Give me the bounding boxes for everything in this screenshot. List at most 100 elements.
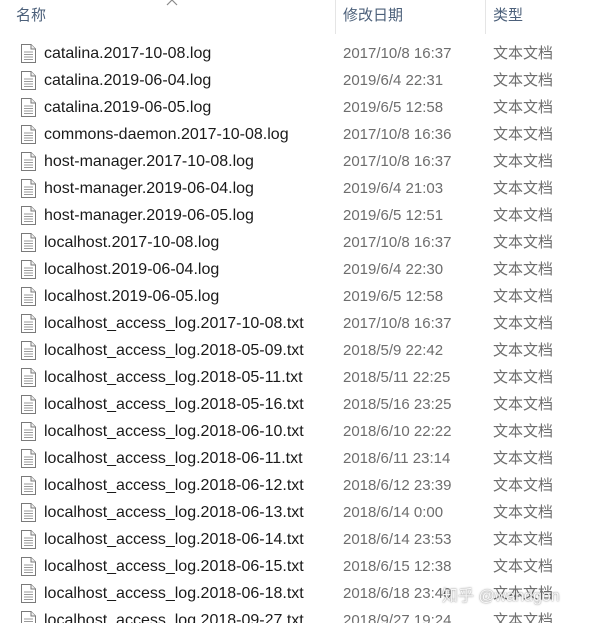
file-date-modified: 2019/6/4 21:03 [343,180,444,197]
file-date-modified: 2018/6/10 22:22 [343,423,452,440]
file-row[interactable]: localhost_access_log.2018-05-11.txt 2018… [0,364,592,391]
file-row[interactable]: localhost_access_log.2018-06-15.txt 2018… [0,553,592,580]
file-type: 文本文档 [493,153,554,170]
file-name: localhost_access_log.2017-10-08.txt [44,315,304,332]
file-row[interactable]: host-manager.2019-06-05.log 2019/6/5 12:… [0,202,592,229]
file-name: localhost_access_log.2018-09-27.txt [44,612,304,623]
file-date-modified: 2018/5/16 23:25 [343,396,452,413]
file-name: localhost.2019-06-04.log [44,261,220,278]
column-header-date-modified[interactable]: 修改日期 [343,0,483,34]
file-row[interactable]: localhost_access_log.2018-06-10.txt 2018… [0,418,592,445]
file-type: 文本文档 [493,45,554,62]
file-date-modified: 2017/10/8 16:37 [343,315,452,332]
text-document-icon [21,503,36,522]
file-row[interactable]: localhost_access_log.2018-06-12.txt 2018… [0,472,592,499]
file-date-modified: 2019/6/5 12:58 [343,288,444,305]
file-row[interactable]: localhost.2019-06-05.log 2019/6/5 12:58 … [0,283,592,310]
text-document-icon [21,233,36,252]
file-date-modified: 2017/10/8 16:37 [343,234,452,251]
file-row[interactable]: catalina.2017-10-08.log 2017/10/8 16:37 … [0,40,592,67]
file-row[interactable]: localhost_access_log.2018-06-11.txt 2018… [0,445,592,472]
file-explorer-window: 名称 修改日期 类型 catalina.2017-10-08.log 2017/… [0,0,592,623]
file-type: 文本文档 [493,504,554,521]
file-row[interactable]: localhost_access_log.2018-06-14.txt 2018… [0,526,592,553]
file-name: localhost_access_log.2018-06-15.txt [44,558,304,575]
file-row[interactable]: catalina.2019-06-04.log 2019/6/4 22:31 文… [0,67,592,94]
file-type: 文本文档 [493,531,554,548]
file-row[interactable]: localhost.2017-10-08.log 2017/10/8 16:37… [0,229,592,256]
file-type: 文本文档 [493,558,554,575]
column-header-type[interactable]: 类型 [493,0,592,34]
text-document-icon [21,179,36,198]
file-name: localhost_access_log.2018-06-12.txt [44,477,304,494]
file-type: 文本文档 [493,72,554,89]
text-document-icon [21,152,36,171]
text-document-icon [21,611,36,623]
file-row[interactable]: catalina.2019-06-05.log 2019/6/5 12:58 文… [0,94,592,121]
file-date-modified: 2017/10/8 16:36 [343,126,452,143]
file-type: 文本文档 [493,234,554,251]
file-type: 文本文档 [493,99,554,116]
file-date-modified: 2019/6/4 22:30 [343,261,444,278]
file-type: 文本文档 [493,315,554,332]
file-date-modified: 2018/6/12 23:39 [343,477,452,494]
file-type: 文本文档 [493,396,554,413]
file-date-modified: 2018/5/11 22:25 [343,369,451,386]
text-document-icon [21,422,36,441]
file-date-modified: 2018/6/14 23:53 [343,531,452,548]
file-name: localhost_access_log.2018-06-13.txt [44,504,304,521]
column-header-bar: 名称 修改日期 类型 [0,0,592,34]
file-type: 文本文档 [493,369,554,386]
text-document-icon [21,125,36,144]
file-row[interactable]: localhost_access_log.2018-05-16.txt 2018… [0,391,592,418]
file-name: catalina.2017-10-08.log [44,45,212,62]
file-name: host-manager.2017-10-08.log [44,153,254,170]
file-row[interactable]: localhost_access_log.2017-10-08.txt 2017… [0,310,592,337]
file-date-modified: 2017/10/8 16:37 [343,45,452,62]
file-date-modified: 2018/6/14 0:00 [343,504,444,521]
file-name: localhost_access_log.2018-05-09.txt [44,342,304,359]
file-name: localhost_access_log.2018-06-11.txt [44,450,303,467]
file-name: host-manager.2019-06-05.log [44,207,254,224]
file-name: localhost.2017-10-08.log [44,234,220,251]
file-row[interactable]: localhost_access_log.2018-06-13.txt 2018… [0,499,592,526]
file-type: 文本文档 [493,288,554,305]
text-document-icon [21,287,36,306]
file-row[interactable]: host-manager.2019-06-04.log 2019/6/4 21:… [0,175,592,202]
file-name: localhost_access_log.2018-06-14.txt [44,531,304,548]
file-row[interactable]: commons-daemon.2017-10-08.log 2017/10/8 … [0,121,592,148]
column-divider[interactable] [335,0,336,34]
file-name: localhost_access_log.2018-06-10.txt [44,423,304,440]
file-type: 文本文档 [493,261,554,278]
text-document-icon [21,98,36,117]
text-document-icon [21,44,36,63]
file-name: host-manager.2019-06-04.log [44,180,254,197]
file-name: catalina.2019-06-05.log [44,99,212,116]
file-type: 文本文档 [493,180,554,197]
file-type: 文本文档 [493,450,554,467]
text-document-icon [21,557,36,576]
text-document-icon [21,395,36,414]
text-document-icon [21,476,36,495]
file-date-modified: 2019/6/4 22:31 [343,72,444,89]
file-row[interactable]: localhost_access_log.2018-05-09.txt 2018… [0,337,592,364]
file-list: catalina.2017-10-08.log 2017/10/8 16:37 … [0,40,592,623]
column-divider[interactable] [485,0,486,34]
file-name: localhost_access_log.2018-05-11.txt [44,369,303,386]
file-row[interactable]: host-manager.2017-10-08.log 2017/10/8 16… [0,148,592,175]
text-document-icon [21,341,36,360]
watermark: 知乎 @wandgon [442,588,560,605]
text-document-icon [21,449,36,468]
file-date-modified: 2018/6/11 23:14 [343,450,451,467]
file-name: localhost_access_log.2018-05-16.txt [44,396,304,413]
file-row[interactable]: localhost.2019-06-04.log 2019/6/4 22:30 … [0,256,592,283]
file-date-modified: 2019/6/5 12:58 [343,99,444,116]
file-date-modified: 2018/9/27 19:24 [343,612,452,623]
text-document-icon [21,260,36,279]
file-type: 文本文档 [493,342,554,359]
text-document-icon [21,314,36,333]
column-header-name[interactable]: 名称 [16,0,334,34]
file-type: 文本文档 [493,207,554,224]
text-document-icon [21,206,36,225]
file-type: 文本文档 [493,423,554,440]
